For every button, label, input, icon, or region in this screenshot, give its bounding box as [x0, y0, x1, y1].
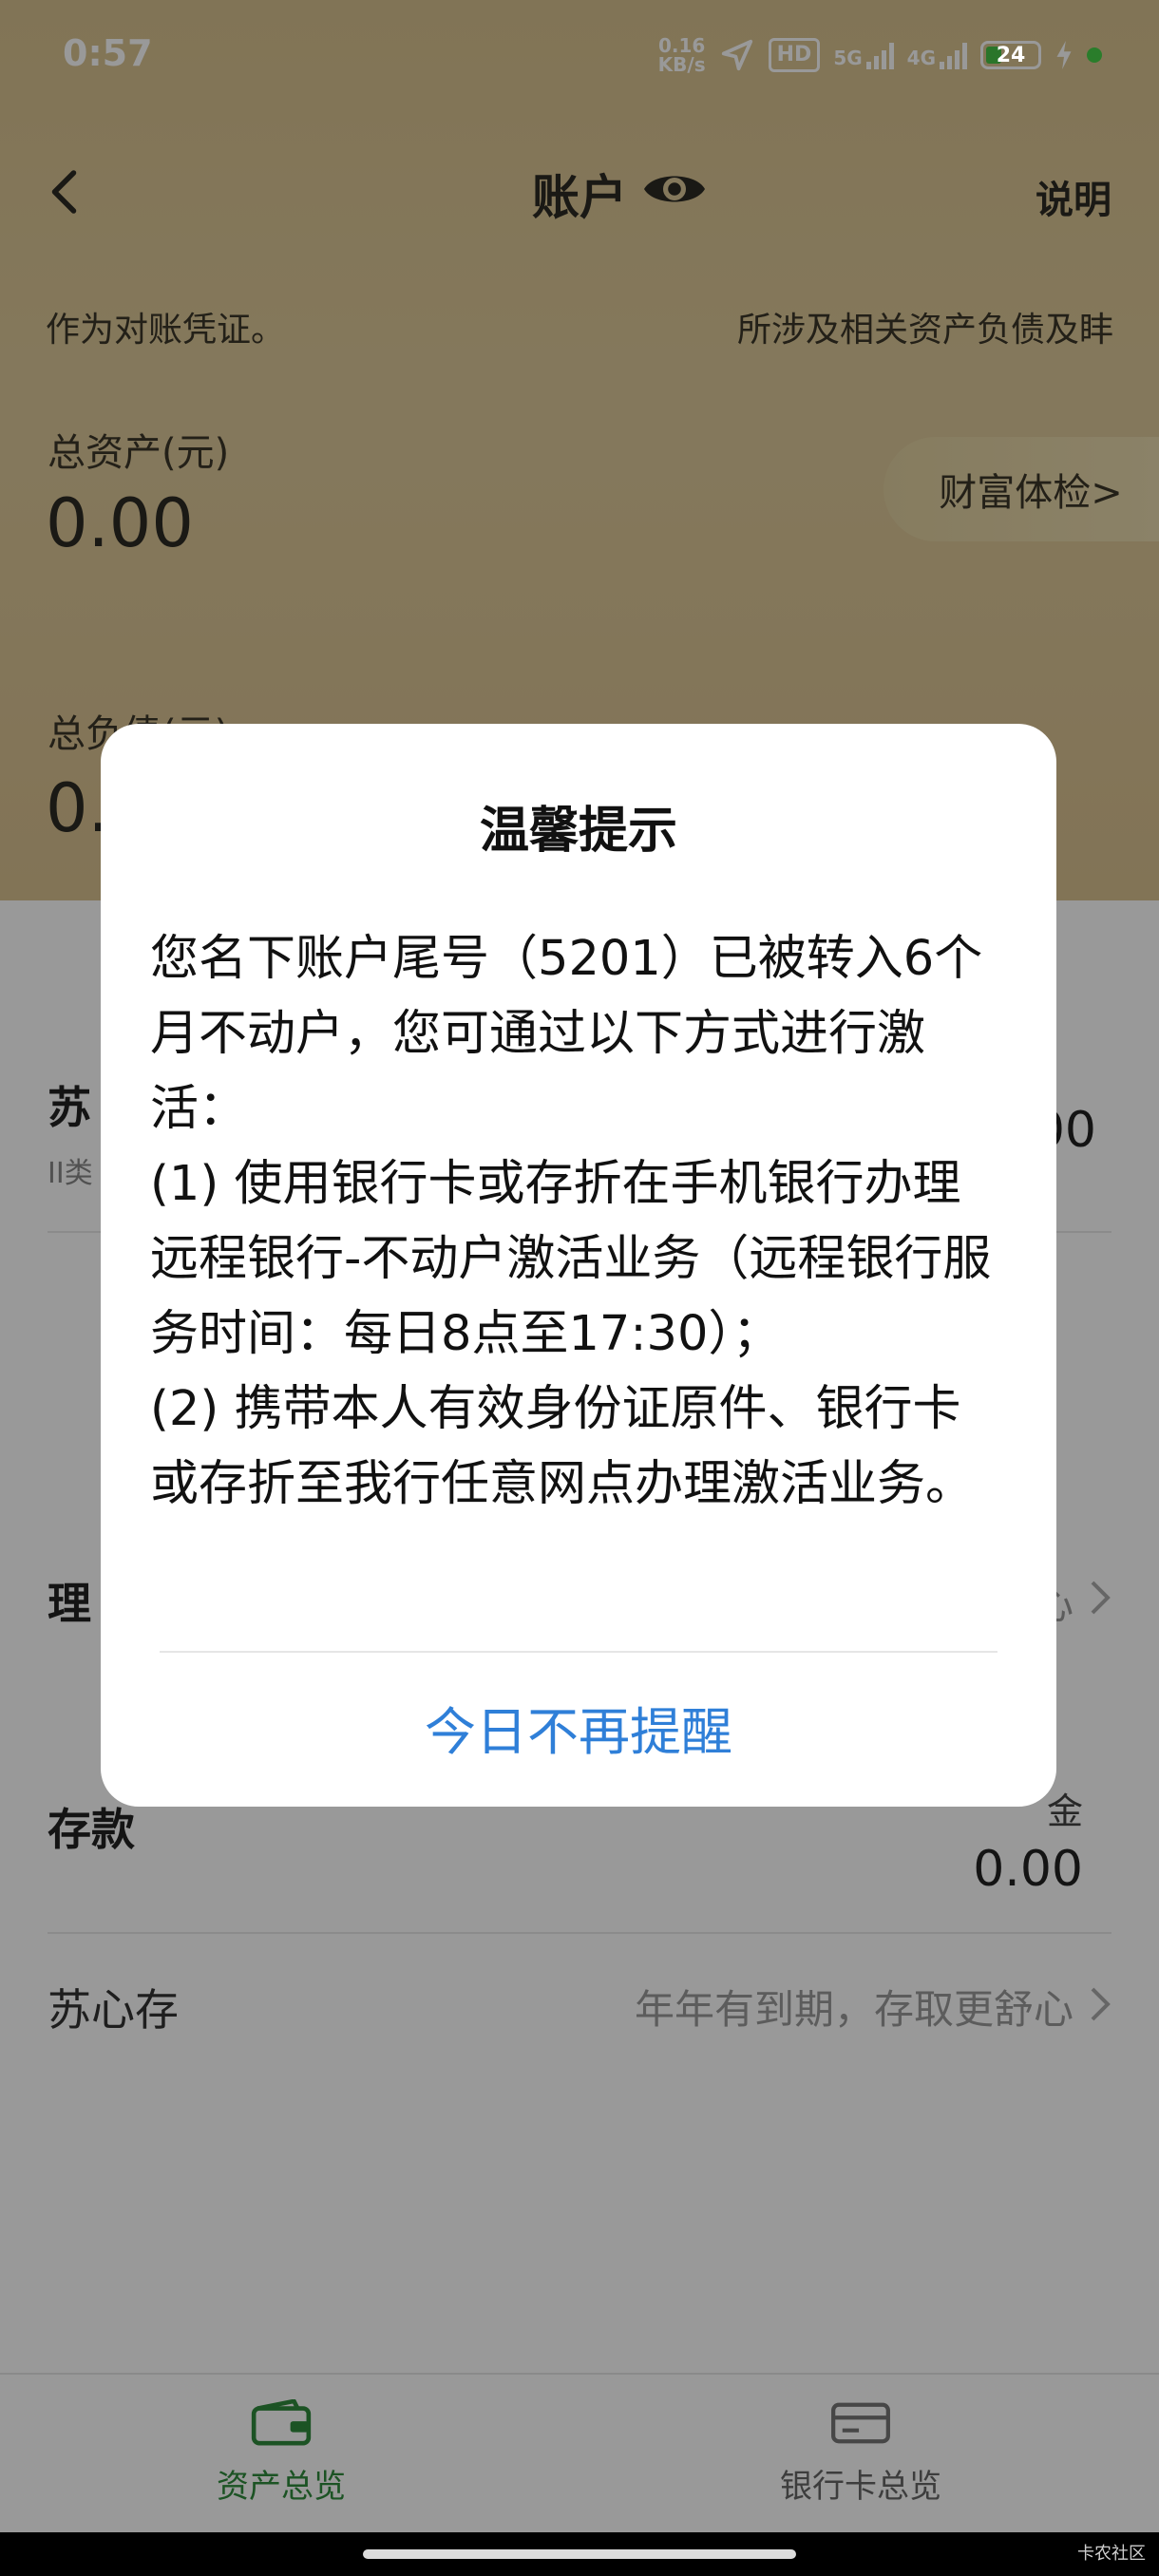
watermark: 卡农社区	[1077, 2544, 1146, 2564]
dialog-divider	[160, 1651, 998, 1653]
dialog-paragraph: (1) 使用银行卡或存折在手机银行办理远程银行-不动户激活业务（远程银行服务时间…	[150, 1156, 992, 1362]
dialog-message: 您名下账户尾号（5201）已被转入6个月不动户，您可通过以下方式进行激活： (1…	[150, 921, 1009, 1522]
battery-level: 24	[996, 43, 1026, 67]
reminder-dialog: 温馨提示 您名下账户尾号（5201）已被转入6个月不动户，您可通过以下方式进行激…	[101, 724, 1056, 1807]
system-nav-bar: 卡农社区	[0, 2532, 1159, 2576]
screen: 0:57 0.16 KB/s HD 5G 4G 24 账户 说明 作为对账凭证。…	[0, 0, 1159, 2576]
dialog-title: 温馨提示	[479, 803, 677, 860]
dont-remind-today-button[interactable]: 今日不再提醒	[101, 1674, 1056, 1791]
dialog-paragraph: 您名下账户尾号（5201）已被转入6个月不动户，您可通过以下方式进行激活：	[150, 931, 983, 1137]
home-indicator[interactable]	[363, 2549, 796, 2559]
dialog-paragraph: (2) 携带本人有效身份证原件、银行卡或存折至我行任意网点办理激活业务。	[150, 1381, 975, 1512]
